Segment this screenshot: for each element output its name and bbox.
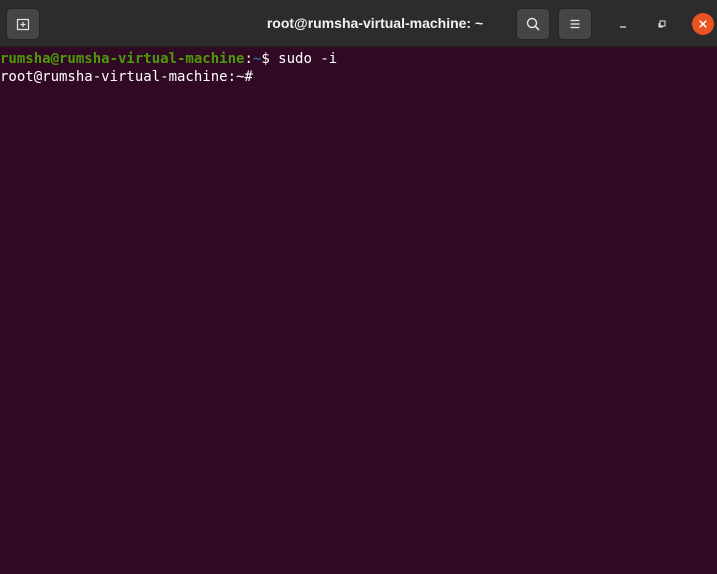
menu-button[interactable] <box>558 8 592 40</box>
maximize-icon <box>658 20 666 28</box>
minimize-icon <box>620 26 626 28</box>
terminal-line: root@rumsha-virtual-machine:~# <box>0 68 717 86</box>
minimize-button[interactable] <box>612 13 634 35</box>
hamburger-menu-icon <box>570 19 580 29</box>
prompt-symbol: $ <box>261 51 279 67</box>
close-button[interactable] <box>692 13 714 35</box>
terminal-output[interactable]: rumsha@rumsha-virtual-machine:~$ sudo -i… <box>0 48 717 574</box>
root-prompt: root@rumsha-virtual-machine:~# <box>0 69 253 85</box>
command-text: sudo -i <box>278 51 338 67</box>
title-bar[interactable]: root@rumsha-virtual-machine: ~ <box>0 0 717 47</box>
maximize-button[interactable] <box>651 13 673 35</box>
search-button[interactable] <box>516 8 550 40</box>
new-tab-button[interactable] <box>6 8 40 40</box>
prompt-user-host: rumsha@rumsha-virtual-machine <box>0 51 245 67</box>
terminal-line: rumsha@rumsha-virtual-machine:~$ sudo -i <box>0 50 717 68</box>
prompt-colon: : <box>244 51 253 67</box>
close-icon <box>699 20 707 28</box>
new-tab-icon <box>16 18 30 31</box>
window-title: root@rumsha-virtual-machine: ~ <box>266 15 484 31</box>
search-icon <box>526 17 540 31</box>
terminal-window: root@rumsha-virtual-machine: ~ rumsha@ru… <box>0 0 717 574</box>
